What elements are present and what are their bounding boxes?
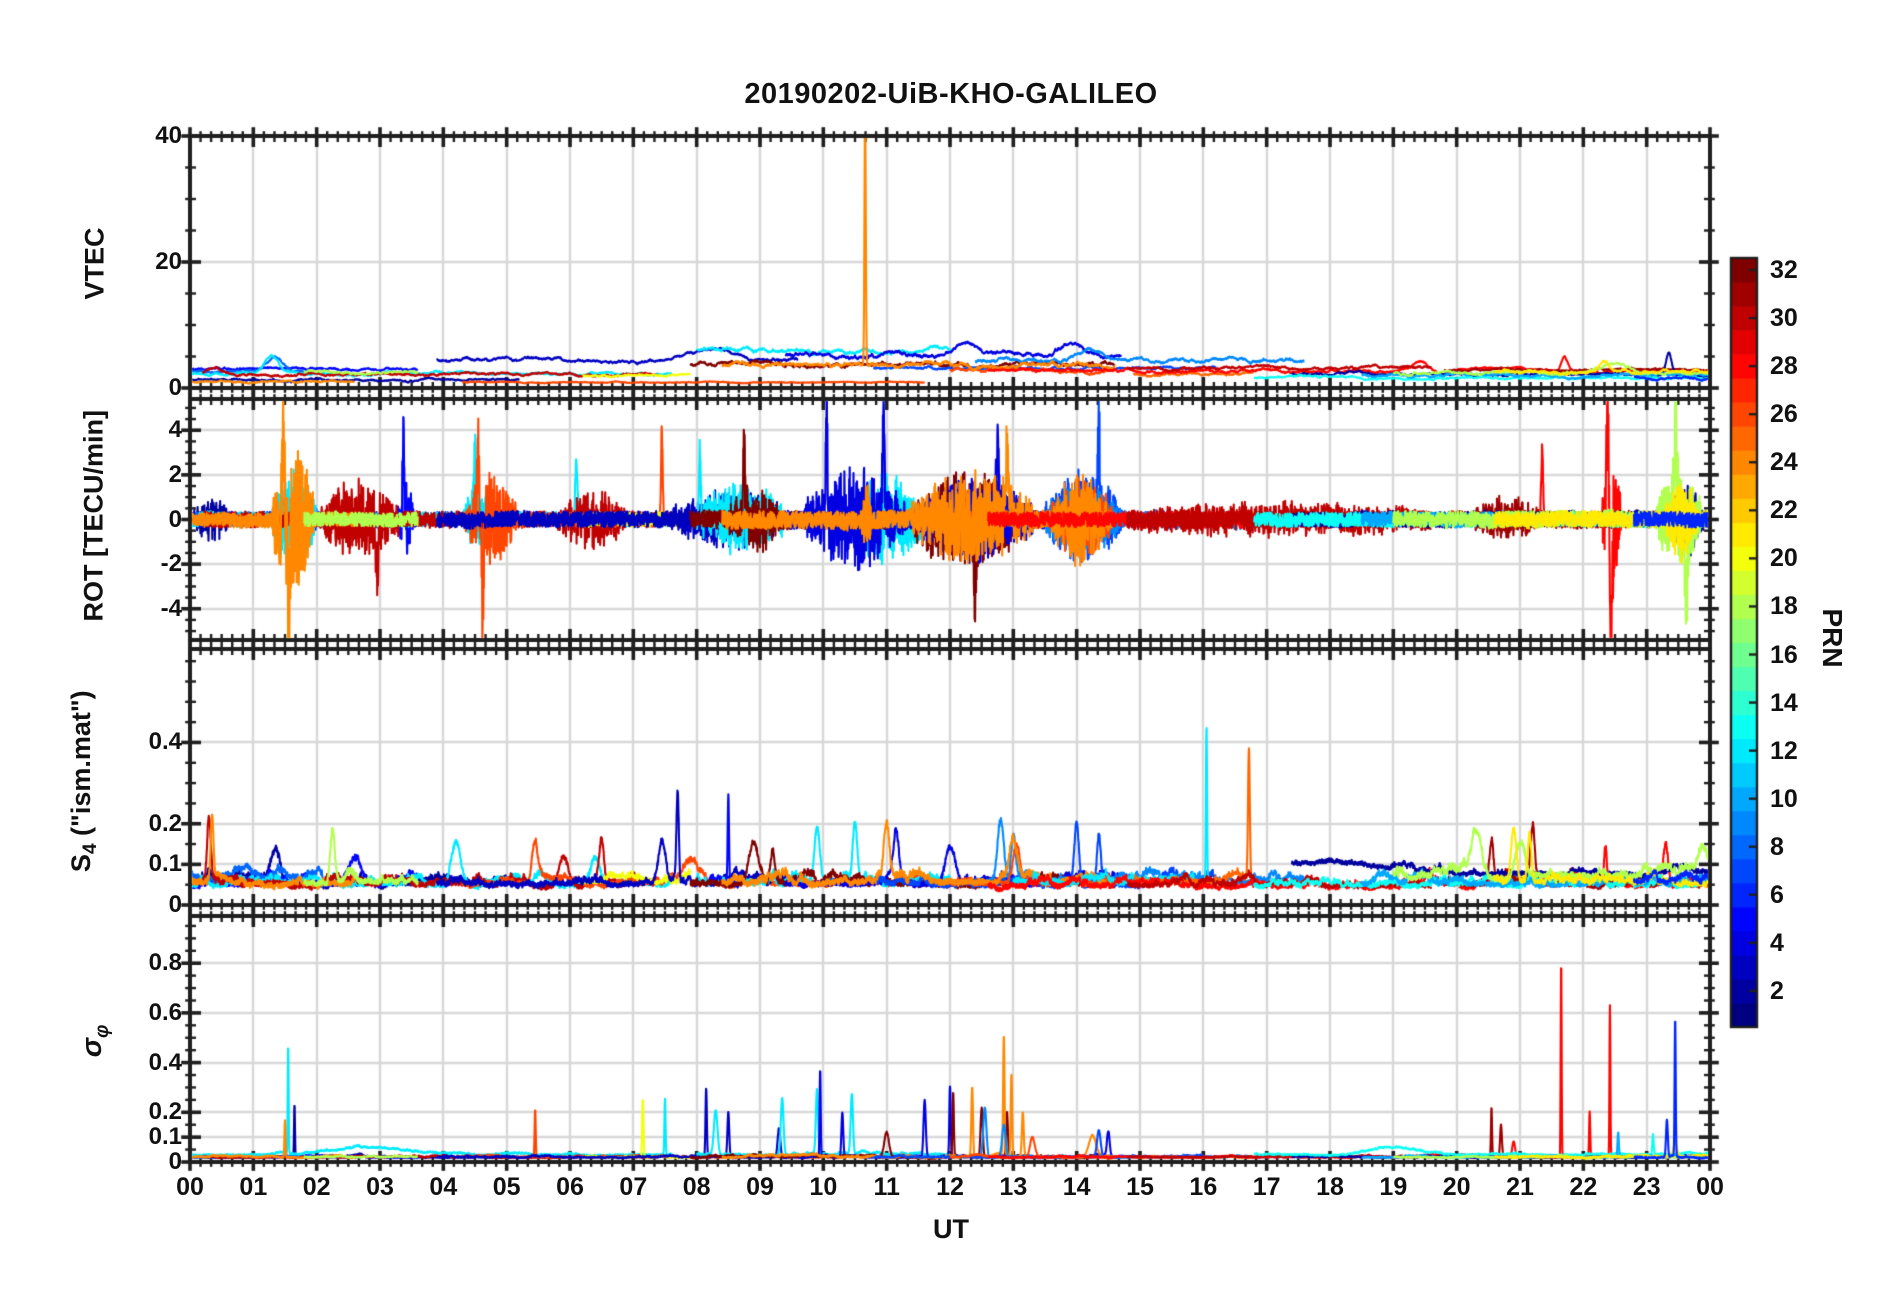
x-tick-label: 02 xyxy=(302,1173,331,1201)
y-tick-label-s4: 0 xyxy=(168,891,182,918)
y-tick-label-sigma-phi: 0.8 xyxy=(148,949,182,977)
x-tick-label: 12 xyxy=(936,1173,964,1201)
y-tick-label-sigma-phi: 0.4 xyxy=(148,1048,182,1076)
y-tick-label-rot: -2 xyxy=(160,550,182,578)
colorbar-tick-label: 32 xyxy=(1770,256,1798,285)
y-tick-label-sigma-phi: 0 xyxy=(168,1148,182,1175)
colorbar-tick-label: 30 xyxy=(1770,304,1798,333)
y-tick-label-rot: 0 xyxy=(168,505,182,533)
colorbar-tick-label: 10 xyxy=(1770,784,1798,813)
colorbar-tick-label: 20 xyxy=(1770,544,1798,573)
colorbar-tick-label: 18 xyxy=(1770,592,1798,621)
chart-title: 20190202-UiB-KHO-GALILEO xyxy=(744,78,1158,110)
x-tick-label: 06 xyxy=(556,1173,584,1201)
x-tick-label: 04 xyxy=(429,1173,458,1201)
colorbar-tick-label: 2 xyxy=(1770,976,1784,1005)
colorbar-tick-label: 6 xyxy=(1770,880,1784,909)
x-tick-label: 15 xyxy=(1126,1173,1154,1201)
colorbar-tick-label: 12 xyxy=(1770,736,1798,765)
y-tick-label-sigma-phi: 0.6 xyxy=(148,998,182,1026)
x-tick-label: 23 xyxy=(1632,1173,1661,1201)
y-tick-label-s4: 0.2 xyxy=(148,809,182,837)
y-tick-label-vtec: 40 xyxy=(155,122,182,149)
x-tick-label: 11 xyxy=(873,1173,900,1201)
x-tick-label: 14 xyxy=(1062,1173,1091,1201)
y-tick-label-sigma-phi: 0.1 xyxy=(148,1123,182,1151)
x-tick-label: 00 xyxy=(176,1173,204,1201)
figure: 20190202-UiB-KHO-GALILEO VTEC ROT [TECU/… xyxy=(0,0,1902,1292)
y-tick-label-s4: 0.4 xyxy=(148,728,182,756)
x-axis-label: UT xyxy=(933,1214,969,1244)
colorbar-tick-label: 14 xyxy=(1770,688,1798,717)
y-tick-label-rot: 2 xyxy=(168,460,182,488)
colorbar-tick-label: 26 xyxy=(1770,400,1798,429)
x-tick-label: 07 xyxy=(619,1173,648,1201)
x-tick-label: 13 xyxy=(999,1173,1028,1201)
y-tick-label-vtec: 20 xyxy=(155,248,182,275)
x-tick-label: 17 xyxy=(1252,1173,1281,1201)
data-series-layer xyxy=(0,0,1902,1292)
colorbar-tick-label: 22 xyxy=(1770,496,1798,525)
x-tick-label: 00 xyxy=(1696,1173,1724,1201)
x-tick-label: 16 xyxy=(1189,1173,1218,1201)
x-tick-label: 10 xyxy=(809,1173,838,1201)
x-tick-label: 05 xyxy=(492,1173,521,1201)
colorbar-tick-label: 16 xyxy=(1770,640,1798,669)
x-tick-label: 21 xyxy=(1506,1173,1534,1201)
x-tick-label: 08 xyxy=(682,1173,711,1201)
x-tick-label: 18 xyxy=(1316,1173,1344,1201)
y-tick-label-rot: 4 xyxy=(168,416,182,444)
colorbar-tick-label: 28 xyxy=(1770,352,1798,381)
x-tick-label: 01 xyxy=(239,1173,268,1201)
x-tick-label: 03 xyxy=(366,1173,394,1201)
colorbar-tick-label: 4 xyxy=(1770,928,1784,957)
x-tick-label: 22 xyxy=(1569,1173,1598,1201)
y-tick-label-sigma-phi: 0.2 xyxy=(148,1098,182,1126)
colorbar-tick-label: 8 xyxy=(1770,832,1784,861)
x-tick-label: 19 xyxy=(1379,1173,1408,1201)
colorbar-tick-label: 24 xyxy=(1770,448,1798,477)
x-tick-label: 09 xyxy=(746,1173,774,1201)
x-tick-label: 20 xyxy=(1442,1173,1471,1201)
y-tick-label-rot: -4 xyxy=(160,594,182,622)
y-tick-label-vtec: 0 xyxy=(168,374,182,401)
y-tick-label-s4: 0.1 xyxy=(148,850,182,878)
